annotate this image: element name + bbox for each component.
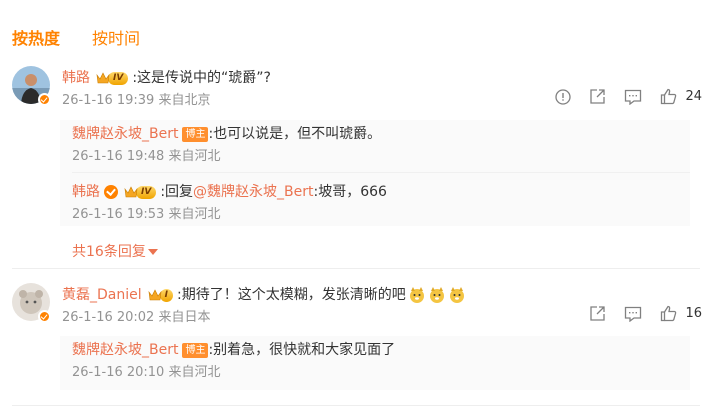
verified-icon [38,93,51,106]
reply-text: :也可以说是，但不叫琥爵。 [208,126,382,142]
vip-badge[interactable]: I [148,287,173,303]
verified-icon [104,185,118,199]
doge-emoji-icon [449,287,464,303]
thumbs-up-icon [661,305,677,322]
vip-level: I [159,288,173,302]
crown-icon [96,72,110,84]
comment-line: 韩路 IV :这是传说中的“琥爵”? [62,68,271,88]
comment-icon [625,306,642,322]
crown-icon [148,289,162,301]
comment-button[interactable] [624,89,642,105]
vip-level: IV [108,71,129,85]
more-replies-link[interactable]: 共16条回复 [72,241,158,261]
comment-meta: 26-1-16 19:39 来自北京 [62,93,211,108]
share-icon [590,89,606,104]
reply-meta: 26-1-16 20:10 来自河北 [72,365,221,380]
reply-meta: 26-1-16 19:48 来自河北 [72,149,221,164]
reply-text: :别着急，很快就和大家见面了 [208,342,396,358]
comment-line: 黄磊_Daniel I :期待了！这个太模糊，发张清晰的吧 [62,285,466,305]
reply-prefix: :回复 [160,184,194,200]
share-icon [590,306,606,321]
reply-username[interactable]: 魏牌赵永坡_Bert [72,124,178,144]
reply-username[interactable]: 魏牌赵永坡_Bert [72,340,178,360]
tab-by-time[interactable]: 按时间 [92,28,140,50]
comment-actions: 24 [537,88,702,105]
alert-circle-icon [555,88,572,105]
like-button[interactable]: 24 [660,88,702,105]
comment-text: :期待了！这个太模糊，发张清晰的吧 [176,287,406,303]
caret-down-icon [147,249,158,255]
reply-divider [72,172,690,173]
like-count: 16 [685,306,702,321]
forward-button[interactable] [589,88,606,105]
reply-meta: 26-1-16 19:53 来自河北 [72,207,221,222]
reply-line: 魏牌赵永坡_Bert 博主 :别着急，很快就和大家见面了 [72,340,395,360]
thumbs-up-icon [661,88,677,105]
reply-text: :坡哥，666 [313,184,387,200]
vip-badge[interactable]: IV [96,70,129,86]
mention-link[interactable]: @魏牌赵永坡_Bert [193,182,313,202]
verified-icon [38,310,51,323]
crown-icon [124,186,138,198]
comment-actions: 16 [571,305,702,322]
comment-button[interactable] [624,306,642,322]
tab-by-hot[interactable]: 按热度 [12,28,60,50]
reply-line: 魏牌赵永坡_Bert 博主 :也可以说是，但不叫琥爵。 [72,124,381,144]
reply-list: 魏牌赵永坡_Bert 博主 :也可以说是，但不叫琥爵。 26-1-16 19:4… [60,120,690,226]
comment-divider [12,405,700,406]
author-badge: 博主 [182,342,209,358]
doge-emoji-icon [429,287,444,303]
reply-line: 韩路 IV :回复 @魏牌赵永坡_Bert :坡哥，666 [72,182,387,202]
like-count: 24 [685,89,702,104]
comment-meta: 26-1-16 20:02 来自日本 [62,310,211,325]
more-replies-label: 共16条回复 [72,244,146,260]
comment-username[interactable]: 韩路 [62,68,90,88]
comment-icon [625,89,642,105]
sort-tabs: 按热度 按时间 [12,28,140,50]
like-button[interactable]: 16 [660,305,702,322]
doge-emoji-icon [409,287,424,303]
comment-username[interactable]: 黄磊_Daniel [62,285,142,305]
forward-button[interactable] [589,305,606,322]
comment-divider [12,268,700,269]
report-button[interactable] [555,88,572,105]
author-badge: 博主 [182,126,209,142]
vip-badge[interactable]: IV [124,184,157,200]
reply-list: 魏牌赵永坡_Bert 博主 :别着急，很快就和大家见面了 26-1-16 20:… [60,336,690,390]
comment-text: :这是传说中的“琥爵”? [132,70,271,86]
vip-level: IV [136,185,157,199]
reply-username[interactable]: 韩路 [72,182,100,202]
